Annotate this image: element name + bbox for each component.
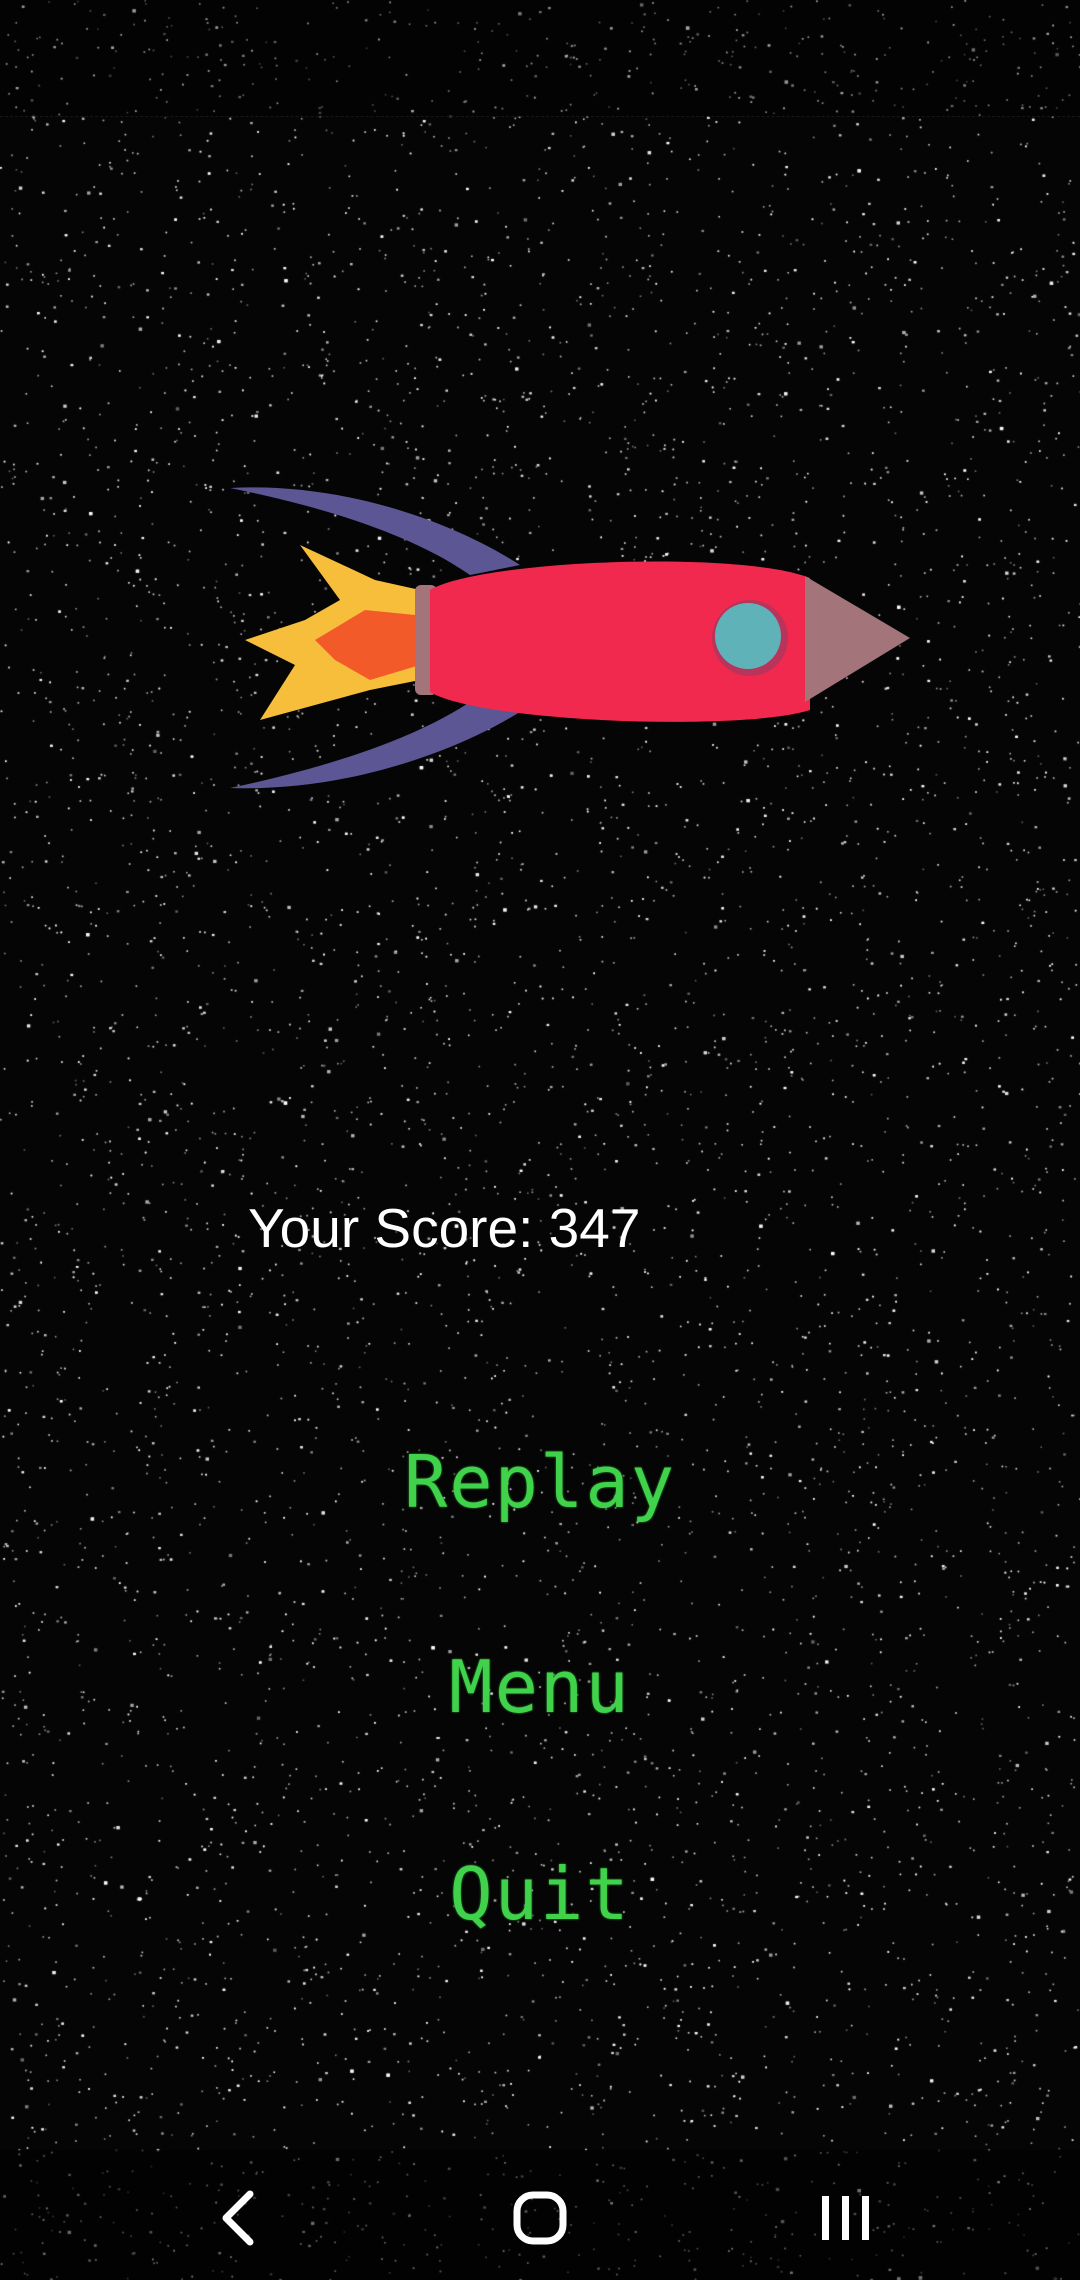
rocket-window-glass: [715, 603, 781, 669]
rocket-nose: [805, 576, 910, 702]
home-icon[interactable]: [502, 2178, 582, 2258]
game-over-screen: Your Score: 347 Replay Menu Quit: [0, 0, 1080, 2280]
menu-button[interactable]: Menu: [0, 1645, 1080, 1729]
recent-apps-icon[interactable]: [806, 2178, 886, 2258]
system-navigation-bar: [0, 2150, 1080, 2280]
rocket-icon: [230, 487, 910, 789]
status-bar-area: [0, 0, 1080, 117]
starfield-background: [0, 0, 1080, 2280]
replay-button[interactable]: Replay: [0, 1440, 1080, 1524]
quit-button[interactable]: Quit: [0, 1852, 1080, 1936]
score-text: Your Score: 347: [248, 1197, 641, 1259]
back-chevron-icon[interactable]: [200, 2178, 280, 2258]
rocket-top-fin: [230, 487, 520, 575]
